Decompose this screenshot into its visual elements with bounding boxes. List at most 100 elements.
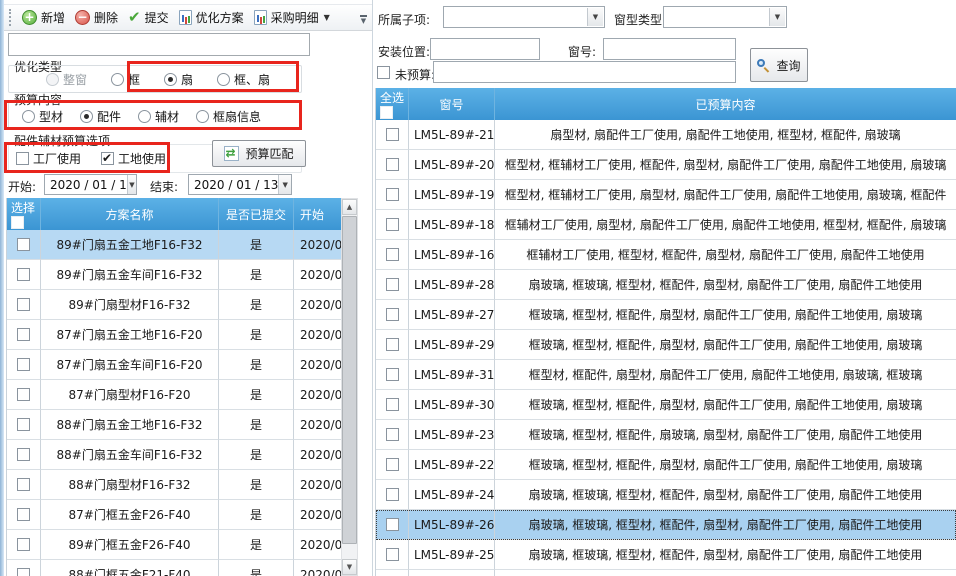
row-checkbox[interactable] [386, 458, 399, 471]
row-checkbox[interactable] [386, 368, 399, 381]
row-checkbox[interactable] [17, 568, 30, 576]
submit-button[interactable]: ✔ 提交 [124, 6, 175, 29]
radio-icon[interactable] [217, 73, 230, 86]
install-position-input[interactable] [430, 38, 540, 60]
checkbox-option[interactable]: 工厂使用 [16, 150, 81, 167]
checkbox-icon[interactable] [16, 152, 29, 165]
window-table-row[interactable]: LM5L-89#-19F17框型材, 框辅材工厂使用, 扇型材, 扇配件工厂使用… [376, 180, 956, 210]
radio-option[interactable]: 框、扇 [217, 71, 270, 88]
chevron-down-icon[interactable]: ▼ [587, 8, 603, 26]
row-checkbox[interactable] [386, 428, 399, 441]
radio-icon[interactable] [46, 73, 59, 86]
window-table-row[interactable]: LM5L-89#-20F18框型材, 框辅材工厂使用, 框配件, 扇型材, 扇配… [376, 150, 956, 180]
plan-table-scrollbar[interactable]: ▲ ▼ [341, 198, 358, 576]
plan-filter-input[interactable] [8, 33, 310, 56]
end-date-picker[interactable]: 2020 / 01 / 13 ▼ [188, 174, 292, 195]
window-table-row[interactable]: LM5L-89#-30F28框玻璃, 框型材, 框配件, 扇型材, 扇配件工厂使… [376, 390, 956, 420]
row-checkbox[interactable] [17, 388, 30, 401]
window-type-combo[interactable]: ▼ [663, 6, 787, 28]
chevron-down-icon[interactable]: ▼ [127, 175, 136, 194]
radio-option[interactable]: 框扇信息 [196, 108, 261, 125]
radio-icon[interactable] [80, 110, 93, 123]
row-checkbox[interactable] [17, 328, 30, 341]
window-no-input[interactable] [603, 38, 736, 60]
budgeted-content-header[interactable]: 已预算内容 [495, 88, 956, 120]
window-no-header[interactable]: 窗号 [409, 88, 495, 120]
window-table-row[interactable]: LM5L-89#-26F24扇玻璃, 框玻璃, 框型材, 框配件, 扇型材, 扇… [376, 510, 956, 540]
row-checkbox[interactable] [17, 508, 30, 521]
radio-icon[interactable] [111, 73, 124, 86]
window-table-row[interactable]: LM5L-89#-31F29框型材, 框配件, 扇型材, 扇配件工厂使用, 扇配… [376, 360, 956, 390]
row-checkbox[interactable] [17, 238, 30, 251]
plan-table-row[interactable]: 88#门框五金F21-F40是2020/0 [7, 560, 341, 576]
plan-table-row[interactable]: 87#门扇型材F16-F20是2020/0 [7, 380, 341, 410]
window-table-row[interactable]: LM5L-89#-21F19扇型材, 扇配件工厂使用, 扇配件工地使用, 框型材… [376, 120, 956, 150]
plan-table-row[interactable]: 89#门扇五金车间F16-F32是2020/0 [7, 260, 341, 290]
checkbox-icon[interactable] [101, 152, 114, 165]
purchase-detail-button[interactable]: 采购明细 ▼ [250, 6, 336, 29]
chevron-down-icon[interactable]: ▼ [278, 175, 291, 194]
plan-table-row[interactable]: 89#门扇型材F16-F32是2020/0 [7, 290, 341, 320]
row-checkbox[interactable] [386, 218, 399, 231]
window-table-row[interactable]: LM5L-89#-28F26扇玻璃, 框玻璃, 框型材, 框配件, 扇型材, 扇… [376, 270, 956, 300]
plan-table-row[interactable]: 87#门扇五金车间F16-F20是2020/0 [7, 350, 341, 380]
delete-button[interactable]: − 删除 [71, 6, 124, 29]
row-checkbox[interactable] [17, 418, 30, 431]
checkbox-option[interactable]: 工地使用 [101, 150, 166, 167]
row-checkbox[interactable] [386, 128, 399, 141]
window-table-row[interactable]: LM5L-89#-16F15框辅材工厂使用, 框型材, 框配件, 扇型材, 扇配… [376, 240, 956, 270]
row-checkbox[interactable] [17, 298, 30, 311]
chevron-down-icon[interactable]: ▼ [769, 8, 785, 26]
plan-name-header[interactable]: 方案名称 [41, 198, 219, 230]
budget-match-button[interactable]: 预算匹配 [212, 140, 306, 167]
row-checkbox[interactable] [386, 158, 399, 171]
row-checkbox[interactable] [386, 488, 399, 501]
row-checkbox[interactable] [386, 548, 399, 561]
plan-table-row[interactable]: 89#门扇五金工地F16-F32是2020/0 [7, 230, 341, 260]
row-checkbox[interactable] [386, 398, 399, 411]
toolbar-overflow-button[interactable]: ▼ [357, 10, 370, 29]
window-table-row[interactable]: LM5L-89#-24F22扇玻璃, 框玻璃, 框型材, 框配件, 扇型材, 扇… [376, 480, 956, 510]
add-button[interactable]: + 新增 [18, 6, 71, 29]
row-checkbox[interactable] [17, 478, 30, 491]
plan-table-row[interactable]: 88#门扇五金工地F16-F32是2020/0 [7, 410, 341, 440]
row-checkbox[interactable] [386, 248, 399, 261]
search-button[interactable]: 查询 [750, 48, 808, 82]
radio-option[interactable]: 配件 [80, 108, 121, 125]
row-checkbox[interactable] [386, 308, 399, 321]
not-budgeted-input[interactable] [433, 61, 736, 83]
radio-option[interactable]: 整窗 [46, 71, 87, 88]
plan-table-row[interactable]: 89#门框五金F26-F40是2020/0 [7, 530, 341, 560]
plan-table-row[interactable]: 88#门扇五金车间F16-F32是2020/0 [7, 440, 341, 470]
row-checkbox[interactable] [386, 338, 399, 351]
plan-select-all-checkbox[interactable] [11, 216, 24, 229]
window-table-row[interactable]: LM5L-89#-18F16框辅材工厂使用, 扇型材, 扇配件工厂使用, 扇配件… [376, 210, 956, 240]
sub-item-combo[interactable]: ▼ [443, 6, 605, 28]
window-select-all-checkbox[interactable] [380, 106, 393, 119]
scroll-up-icon[interactable]: ▲ [342, 199, 357, 215]
plan-submitted-header[interactable]: 是否已提交 [219, 198, 294, 230]
row-checkbox[interactable] [17, 538, 30, 551]
radio-icon[interactable] [138, 110, 151, 123]
radio-option[interactable]: 扇 [164, 71, 193, 88]
scroll-down-icon[interactable]: ▼ [342, 559, 357, 575]
scrollbar-thumb[interactable] [342, 216, 357, 544]
chevron-down-icon[interactable]: ▼ [324, 13, 330, 22]
plan-table-row[interactable]: 87#门框五金F26-F40是2020/0 [7, 500, 341, 530]
radio-icon[interactable] [196, 110, 209, 123]
row-checkbox[interactable] [386, 278, 399, 291]
radio-option[interactable]: 框 [111, 71, 140, 88]
window-table-row[interactable]: LM5L-89#-22F20框玻璃, 框型材, 框配件, 扇型材, 扇配件工厂使… [376, 450, 956, 480]
optimize-plan-button[interactable]: 优化方案 [175, 6, 250, 29]
window-table-row[interactable]: LM5L-89#-25F23扇玻璃, 框玻璃, 框型材, 框配件, 扇型材, 扇… [376, 540, 956, 570]
toolbar-grip[interactable] [9, 9, 14, 26]
start-date-picker[interactable]: 2020 / 01 / 1 ▼ [44, 174, 137, 195]
window-table-row[interactable]: LM5L-89#-27F25框玻璃, 框型材, 框配件, 扇型材, 扇配件工厂使… [376, 300, 956, 330]
plan-table-row[interactable]: 88#门扇型材F16-F32是2020/0 [7, 470, 341, 500]
row-checkbox[interactable] [17, 268, 30, 281]
row-checkbox[interactable] [17, 448, 30, 461]
plan-table-row[interactable]: 87#门扇五金工地F16-F20是2020/0 [7, 320, 341, 350]
row-checkbox[interactable] [386, 518, 399, 531]
row-checkbox[interactable] [386, 188, 399, 201]
radio-option[interactable]: 型材 [22, 108, 63, 125]
